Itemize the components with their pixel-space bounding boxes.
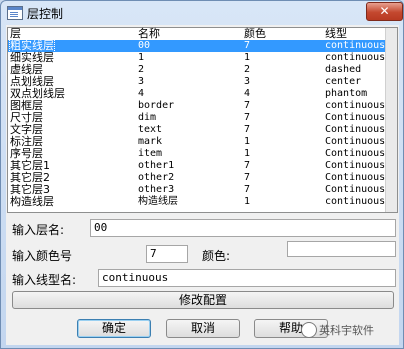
modify-config-button[interactable]: 修改配置 [12, 291, 394, 309]
cancel-button[interactable]: 取消 [166, 319, 240, 338]
cell-name: item [138, 148, 163, 159]
cell-linetype: continuous [325, 40, 386, 51]
cell-linetype: continuous [325, 100, 386, 111]
close-button[interactable]: ✕ [366, 2, 403, 21]
cell-name: 2 [138, 64, 145, 75]
color-number-label: 输入颜色号 [12, 249, 73, 263]
help-button-label: 帮助 [278, 321, 303, 335]
table-row[interactable]: 标注层 mark 1 Continuous [8, 136, 386, 148]
window-title: 层控制 [27, 7, 64, 21]
cell-linetype: Continuous [325, 112, 386, 123]
ok-button[interactable]: 确定 [77, 319, 151, 338]
cell-name: other2 [138, 172, 175, 183]
table-row[interactable]: 细实线层 1 1 continuous [8, 52, 386, 64]
cell-color: 7 [244, 124, 251, 135]
table-row[interactable]: 其它层3 other3 7 Continuous [8, 184, 386, 196]
cell-linetype: Continuous [325, 160, 386, 171]
cell-color: 7 [244, 112, 251, 123]
linetype-input[interactable]: continuous [98, 269, 396, 287]
layer-name-input[interactable]: 00 [90, 219, 396, 237]
table-row[interactable]: 尺寸层 dim 7 Continuous [8, 112, 386, 124]
table-row[interactable]: 双点划线层 4 4 phantom [8, 88, 386, 100]
cell-color: 7 [244, 40, 251, 51]
layer-list[interactable]: 层 名称 颜色 线型 粗实线层 00 7 continuous 细实线层 1 1 contin… [7, 27, 398, 213]
cell-linetype: dashed [325, 64, 362, 75]
linetype-label: 输入线型名: [12, 273, 77, 287]
list-scrollbar[interactable] [385, 28, 397, 212]
title-bar[interactable]: 层控制 ✕ [1, 1, 403, 25]
cell-name: dim [138, 112, 157, 123]
table-row[interactable]: 文字层 text 7 Continuous [8, 124, 386, 136]
cell-color: 1 [244, 148, 251, 159]
cell-name: 1 [138, 52, 145, 63]
cell-linetype: Continuous [325, 124, 386, 135]
cell-linetype: Continuous [325, 148, 386, 159]
cell-name: mark [138, 136, 163, 147]
table-row[interactable]: 虚线层 2 2 dashed [8, 64, 386, 76]
header-color: 颜色 [244, 27, 266, 40]
cell-name: 构造线层 [138, 196, 178, 207]
cell-name: 00 [138, 40, 151, 51]
cell-color: 7 [244, 100, 251, 111]
close-icon: ✕ [379, 4, 390, 18]
cell-name: text [138, 124, 163, 135]
table-row[interactable]: 粗实线层 00 7 continuous [8, 39, 386, 53]
cell-linetype: phantom [325, 88, 368, 99]
watermark-text: 英科宇软件 [319, 324, 374, 337]
cell-linetype: continuous [325, 196, 386, 207]
cell-color: 1 [244, 52, 251, 63]
cell-color: 4 [244, 88, 251, 99]
color-number-input[interactable]: 7 [146, 245, 188, 263]
color-swatch[interactable] [287, 241, 396, 257]
header-linetype: 线型 [325, 27, 347, 40]
cell-color: 7 [244, 184, 251, 195]
cell-name: other3 [138, 184, 175, 195]
cell-linetype: center [325, 76, 362, 87]
layer-control-dialog: 层控制 ✕ 层 名称 颜色 线型 粗实线层 00 7 continuous 细实线层 1 1… [0, 0, 404, 349]
cell-color: 7 [244, 172, 251, 183]
cell-linetype: Continuous [325, 136, 386, 147]
table-row[interactable]: 图框层 border 7 continuous [8, 100, 386, 112]
table-row[interactable]: 序号层 item 1 Continuous [8, 148, 386, 160]
cell-color: 2 [244, 64, 251, 75]
cell-name: border [138, 100, 175, 111]
cell-name: 3 [138, 76, 145, 87]
cell-name: 4 [138, 88, 145, 99]
color-label: 颜色: [202, 249, 231, 263]
cell-color: 3 [244, 76, 251, 87]
cell-linetype: Continuous [325, 184, 386, 195]
table-row[interactable]: 构造线层 构造线层 1 continuous [8, 196, 386, 208]
cell-color: 1 [244, 196, 251, 207]
table-row[interactable]: 其它层2 other2 7 Continuous [8, 172, 386, 184]
header-layer: 层 [10, 27, 21, 40]
cell-linetype: Continuous [325, 172, 386, 183]
layer-name-label: 输入层名: [12, 223, 65, 237]
cell-name: other1 [138, 160, 175, 171]
window-icon [7, 6, 23, 20]
cell-color: 7 [244, 160, 251, 171]
list-header: 层 名称 颜色 线型 [8, 28, 397, 39]
list-rows: 粗实线层 00 7 continuous 细实线层 1 1 continuous 虚线层 2 2 da… [8, 39, 386, 208]
table-row[interactable]: 其它层1 other1 7 Continuous [8, 160, 386, 172]
header-name: 名称 [138, 27, 160, 40]
cell-color: 1 [244, 136, 251, 147]
dialog-body: 层 名称 颜色 线型 粗实线层 00 7 continuous 细实线层 1 1 contin… [6, 25, 399, 345]
watermark-logo-icon [301, 322, 317, 338]
cell-linetype: continuous [325, 52, 386, 63]
cell-layer: 构造线层 [10, 195, 54, 208]
